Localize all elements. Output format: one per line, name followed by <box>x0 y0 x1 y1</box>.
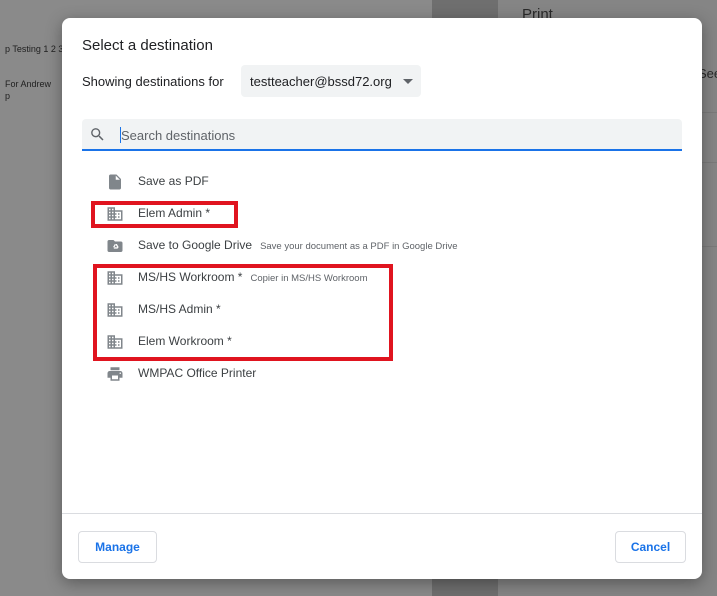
search-input[interactable] <box>121 123 661 147</box>
account-select[interactable]: testteacher@bssd72.org <box>241 65 421 97</box>
footer-divider <box>62 513 702 514</box>
preview-text: p <box>5 91 11 101</box>
destination-wmpac-office-printer[interactable]: WMPAC Office Printer <box>106 358 666 390</box>
destination-description: Save your document as a PDF in Google Dr… <box>260 241 458 252</box>
destination-label: Save to Google Drive <box>138 238 253 252</box>
annotation-highlight-box <box>93 264 393 361</box>
preview-text: For Andrew <box>5 79 52 89</box>
showing-destinations-label: Showing destinations for <box>82 74 224 89</box>
chevron-down-icon <box>403 79 413 84</box>
destination-label: WMPAC Office Printer <box>138 366 257 380</box>
search-icon <box>91 128 104 141</box>
destination-save-to-google-drive[interactable]: Save to Google Drive Save your document a… <box>106 230 666 262</box>
drive-folder-icon <box>107 240 123 252</box>
search-box[interactable] <box>82 119 682 151</box>
cancel-button[interactable]: Cancel <box>615 531 686 563</box>
destination-save-as-pdf[interactable]: Save as PDF <box>106 166 666 198</box>
account-value: testteacher@bssd72.org <box>250 74 392 89</box>
dialog-title: Select a destination <box>82 37 213 54</box>
document-icon <box>109 174 121 190</box>
printer-icon <box>107 367 123 381</box>
annotation-highlight-box <box>91 201 238 228</box>
destination-label: Save as PDF <box>138 174 209 188</box>
preview-text: p Testing 1 2 3 <box>5 44 64 54</box>
manage-button[interactable]: Manage <box>78 531 157 563</box>
